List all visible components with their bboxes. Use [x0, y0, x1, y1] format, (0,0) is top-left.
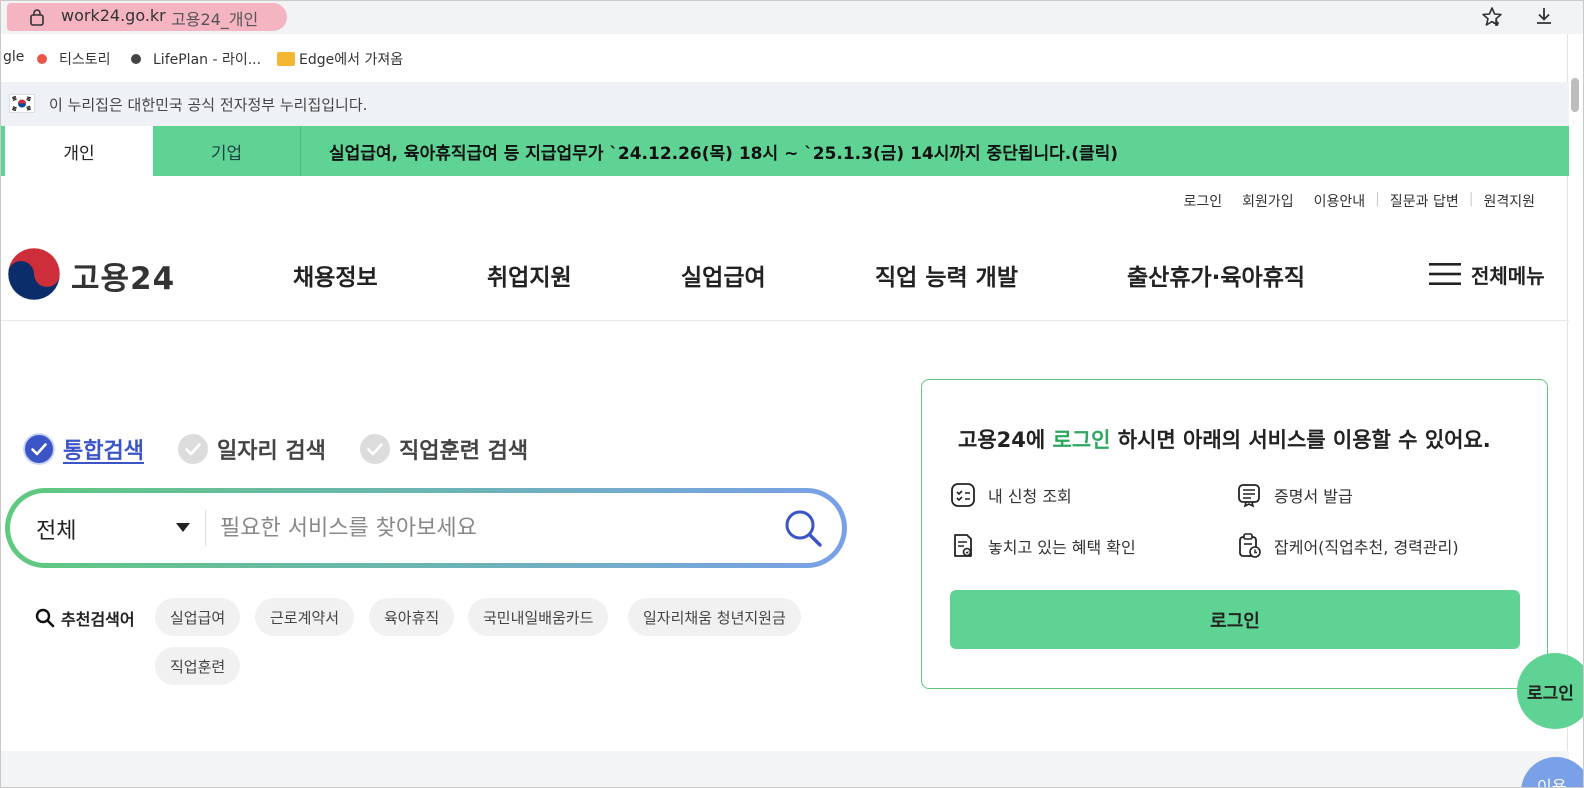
service-my-applications[interactable]: 내 신청 조회 — [950, 482, 1072, 508]
search-box: 전체 — [5, 488, 847, 568]
login-panel-title: 고용24에 로그인 하시면 아래의 서비스를 이용할 수 있어요. — [958, 424, 1491, 454]
recommended-label-text: 추천검색어 — [61, 610, 135, 629]
address-bar[interactable]: work24.go.kr 고용24_개인 — [1, 1, 1583, 34]
search-input[interactable] — [220, 507, 760, 549]
caret-down-icon[interactable] — [176, 523, 190, 532]
service-notice-link[interactable]: 실업급여, 육아휴직급여 등 지급업무가 `24.12.26(목) 18시 ~ … — [329, 139, 1118, 164]
login-button[interactable]: 로그인 — [950, 590, 1520, 649]
search-category-select[interactable]: 전체 — [36, 513, 76, 545]
gnb-vocational-training[interactable]: 직업 능력 개발 — [875, 258, 1018, 292]
keyword-chip[interactable]: 육아휴직 — [369, 598, 455, 636]
bookmark-label: gle — [3, 49, 25, 65]
tab-business[interactable]: 기업 — [153, 126, 301, 176]
tab-personal[interactable]: 개인 — [3, 126, 153, 176]
scrollbar-thumb[interactable] — [1571, 78, 1579, 112]
service-label: 놓치고 있는 혜택 확인 — [988, 538, 1136, 557]
checklist-icon — [951, 483, 975, 507]
lifeplan-icon — [131, 54, 141, 64]
check-circle-icon — [23, 433, 55, 465]
gnb-employment-support[interactable]: 취업지원 — [487, 258, 572, 292]
service-label: 잡케어(직업추천, 경력관리) — [1274, 538, 1459, 557]
lock-icon[interactable] — [29, 8, 45, 26]
bookmark-label: Edge에서 가져옴 — [299, 52, 404, 68]
search-tab-integrated[interactable]: 통합검색 — [23, 433, 144, 465]
keyword-chip[interactable]: 일자리채움 청년지원금 — [628, 598, 801, 636]
address-domain[interactable]: work24.go.kr — [61, 6, 166, 25]
bottom-section — [1, 751, 1569, 787]
bookmark-google[interactable]: gle — [3, 49, 24, 65]
folder-icon — [277, 52, 295, 66]
keyword-chip[interactable]: 근로계약서 — [255, 598, 355, 636]
search-tab-training[interactable]: 직업훈련 검색 — [359, 433, 528, 465]
keyword-chip[interactable]: 직업훈련 — [155, 647, 241, 685]
all-menu-button[interactable]: 전체메뉴 — [1471, 260, 1545, 289]
hamburger-menu-icon[interactable] — [1429, 262, 1461, 286]
government-logo-icon[interactable] — [7, 247, 61, 301]
keyword-chip[interactable]: 실업급여 — [155, 598, 241, 636]
service-certificate[interactable]: 증명서 발급 — [1236, 482, 1353, 508]
gov-banner-text: 이 누리집은 대한민국 공식 전자정부 누리집입니다. — [49, 96, 368, 114]
bookmark-edge-folder[interactable]: Edge에서 가져옴 — [277, 49, 403, 69]
gnb-jobs[interactable]: 채용정보 — [293, 258, 378, 292]
tistory-icon — [37, 54, 47, 64]
search-divider — [205, 510, 206, 546]
browser-window: work24.go.kr 고용24_개인 gle 티스토리 LifePlan -… — [0, 0, 1584, 788]
header-divider — [1, 320, 1569, 321]
util-login-link[interactable]: 로그인 — [1173, 191, 1232, 211]
top-nav-bar: 개인 기업 실업급여, 육아휴직급여 등 지급업무가 `24.12.26(목) … — [1, 126, 1569, 176]
address-page-title: 고용24_개인 — [171, 10, 259, 29]
site-logo-text[interactable]: 고용24 — [71, 253, 175, 298]
gov-banner: 이 누리집은 대한민국 공식 전자정부 누리집입니다. — [1, 82, 1569, 126]
search-tab-label: 일자리 검색 — [217, 439, 326, 464]
bookmark-tistory[interactable]: 티스토리 — [37, 49, 111, 69]
service-missed-benefits[interactable]: 놓치고 있는 혜택 확인 — [950, 532, 1136, 560]
clipboard-clock-icon — [1239, 533, 1261, 558]
search-tab-label: 직업훈련 검색 — [399, 439, 529, 464]
utility-links: 로그인 회원가입 이용안내 | 질문과 답변 | 원격지원 — [1173, 191, 1545, 211]
search-small-icon — [35, 608, 55, 628]
service-jobcare[interactable]: 잡케어(직업추천, 경력관리) — [1236, 532, 1459, 560]
document-search-icon — [954, 534, 972, 557]
search-icon[interactable] — [782, 507, 824, 549]
login-title-post: 하시면 아래의 서비스를 이용할 수 있어요. — [1110, 428, 1491, 452]
search-tab-label: 통합검색 — [63, 439, 144, 464]
util-qna-link[interactable]: 질문과 답변 — [1380, 191, 1469, 211]
download-icon[interactable] — [1533, 5, 1555, 27]
check-circle-icon — [360, 434, 390, 464]
login-title-highlight: 로그인 — [1052, 428, 1111, 452]
bookmarks-bar: gle 티스토리 LifePlan - 라이... Edge에서 가져옴 — [1, 34, 1583, 82]
favorite-star-icon[interactable] — [1481, 6, 1503, 28]
gnb-unemployment-benefit[interactable]: 실업급여 — [681, 258, 766, 292]
check-circle-icon — [178, 434, 208, 464]
search-tab-jobs[interactable]: 일자리 검색 — [177, 433, 326, 465]
bookmark-lifeplan[interactable]: LifePlan - 라이... — [131, 49, 261, 69]
bookmark-label: LifePlan - 라이... — [153, 52, 262, 68]
certificate-icon — [1238, 484, 1260, 508]
gnb-parental-leave[interactable]: 출산휴가·육아휴직 — [1127, 258, 1305, 292]
bookmark-label: 티스토리 — [59, 52, 111, 68]
service-label: 증명서 발급 — [1274, 487, 1353, 506]
floating-login-button[interactable]: 로그인 — [1517, 653, 1583, 729]
login-panel: 고용24에 로그인 하시면 아래의 서비스를 이용할 수 있어요. 내 신청 조… — [921, 379, 1548, 689]
recommended-keywords-label: 추천검색어 — [35, 606, 135, 630]
korea-flag-icon — [9, 94, 35, 113]
service-label: 내 신청 조회 — [988, 487, 1072, 506]
util-guide-link[interactable]: 이용안내 — [1304, 191, 1376, 211]
util-signup-link[interactable]: 회원가입 — [1232, 191, 1304, 211]
search-inner: 전체 — [10, 493, 842, 563]
util-remote-support-link[interactable]: 원격지원 — [1473, 191, 1545, 211]
keyword-chip[interactable]: 국민내일배움카드 — [468, 598, 609, 636]
login-title-pre: 고용24에 — [958, 428, 1053, 452]
